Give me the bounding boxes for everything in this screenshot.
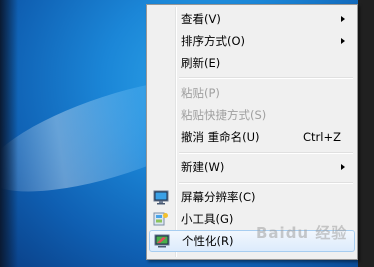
menu-item-paste[interactable]: 粘贴(P): [149, 82, 355, 104]
menu-item-label: 屏幕分辨率(C): [181, 190, 256, 204]
wallpaper-edge: [0, 0, 18, 267]
menu-item-label: 刷新(E): [181, 56, 221, 70]
menu-item-undo-rename[interactable]: 撤消 重命名(U) Ctrl+Z: [149, 126, 355, 148]
menu-item-refresh[interactable]: 刷新(E): [149, 52, 355, 74]
menu-item-screen-resolution[interactable]: 屏幕分辨率(C): [149, 186, 355, 208]
submenu-arrow-icon: [341, 16, 345, 22]
menu-item-label: 小工具(G): [181, 212, 234, 226]
menu-item-label: 个性化(R): [182, 234, 234, 248]
menu-item-sort-by[interactable]: 排序方式(O): [149, 30, 355, 52]
menu-item-shortcut: Ctrl+Z: [303, 130, 341, 144]
menu-item-paste-shortcut[interactable]: 粘贴快捷方式(S): [149, 104, 355, 126]
display-icon: [153, 190, 169, 205]
personalize-icon: [154, 234, 170, 248]
submenu-arrow-icon: [341, 164, 345, 170]
submenu-arrow-icon: [341, 38, 345, 44]
gadgets-icon: [153, 212, 168, 226]
menu-item-label: 新建(W): [181, 160, 225, 174]
menu-item-label: 撤消 重命名(U): [181, 130, 260, 144]
menu-item-new[interactable]: 新建(W): [149, 156, 355, 178]
menu-item-view[interactable]: 查看(V): [149, 8, 355, 30]
menu-item-label: 排序方式(O): [181, 34, 246, 48]
menu-separator: [179, 77, 353, 79]
menu-item-label: 查看(V): [181, 12, 221, 26]
menu-separator: [179, 152, 353, 154]
menu-item-label: 粘贴快捷方式(S): [181, 108, 267, 122]
watermark-text: Baidu 经验: [256, 224, 348, 242]
menu-separator: [179, 182, 353, 184]
menu-item-label: 粘贴(P): [181, 86, 220, 100]
screen-edge: [358, 0, 374, 267]
